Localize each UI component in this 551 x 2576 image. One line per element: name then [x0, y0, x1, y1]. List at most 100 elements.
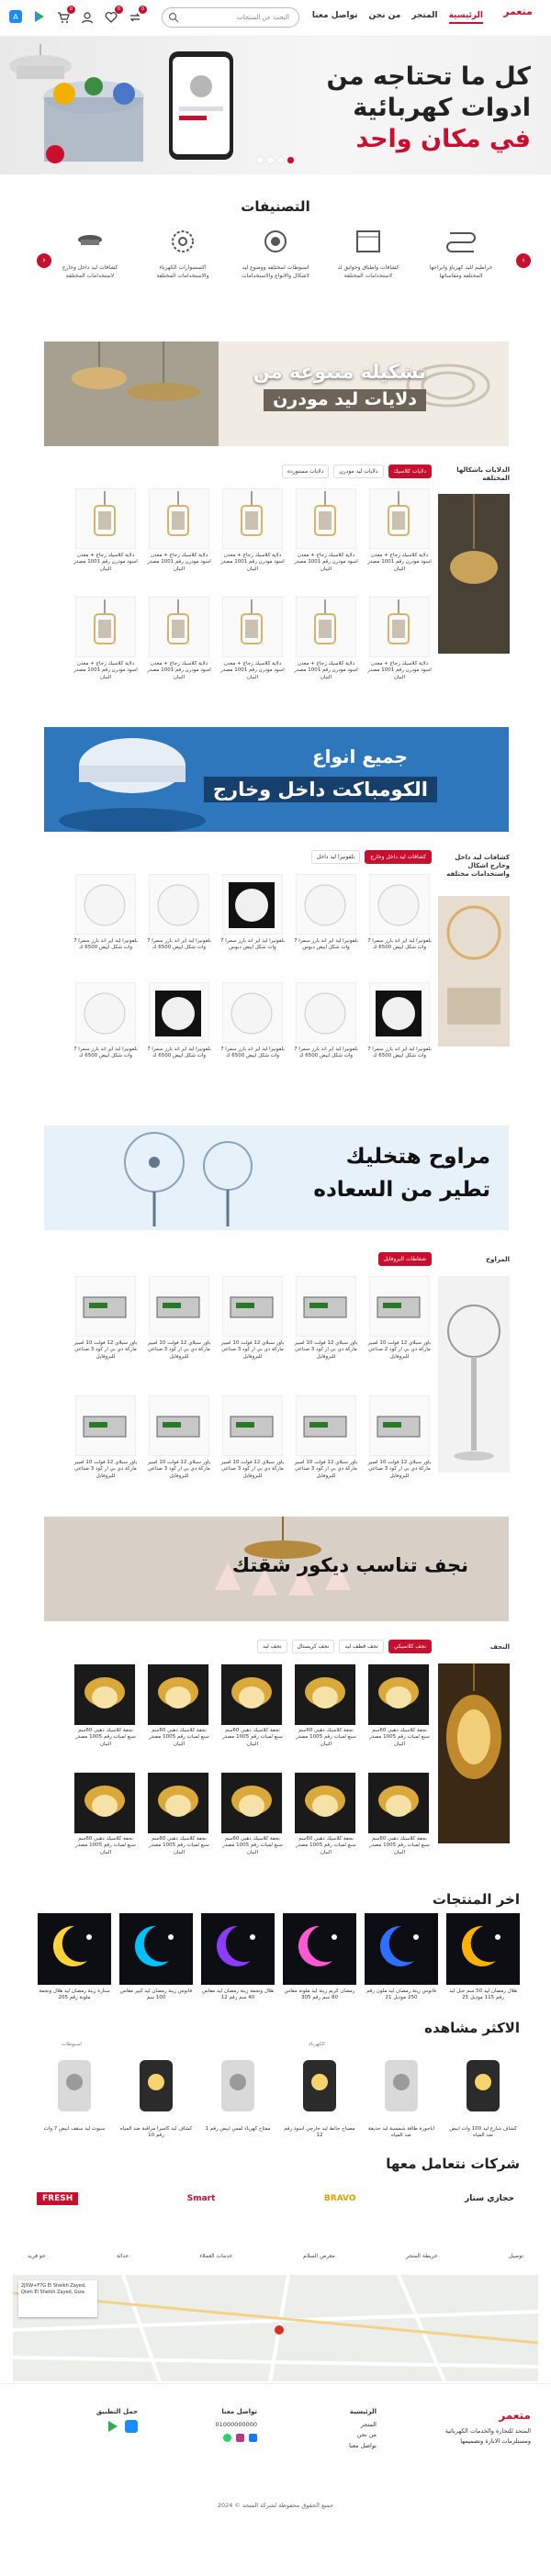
product-name[interactable]: دلاية كلاسيك زجاج + معدن اسود مودرن رقم … — [220, 553, 285, 586]
product-image[interactable] — [222, 874, 283, 935]
slide-dot[interactable] — [257, 157, 264, 163]
product-card[interactable]: بلفونيرا ليد اير اند بارز سمرا 7 وات شكل… — [220, 982, 285, 1091]
partner-logo[interactable]: حجازي ستار — [465, 2194, 514, 2203]
product-image[interactable] — [222, 1395, 283, 1456]
product-card[interactable]: باور سبلاي 12 فولت 10 امبير ماركة دي بي … — [220, 1276, 285, 1384]
product-card[interactable]: دلاية كلاسيك زجاج + معدن اسود مودرن رقم … — [294, 597, 358, 705]
product-name[interactable]: بلفونيرا ليد اير اند بارز سمرا 7 وات شكل… — [220, 938, 285, 971]
product-image[interactable] — [222, 488, 283, 549]
slide-dot[interactable] — [267, 157, 274, 163]
category-item[interactable]: كشافات ليد داخل وخارج لاستخدامات المختلف… — [51, 226, 129, 280]
product-name[interactable]: دلاية كلاسيك زجاج + معدن اسود مودرن رقم … — [294, 553, 358, 586]
product-name[interactable]: نجفة كلاسيك دهبي 60سم سبع لمبات رقم 1005… — [294, 1728, 358, 1761]
product-card[interactable]: بلفونيرا ليد اير اند بارز سمرا 7 وات شكل… — [367, 874, 432, 982]
product-name[interactable]: نجفة كلاسيك دهبي 60سم سبع لمبات رقم 1005… — [73, 1728, 138, 1761]
product-image[interactable] — [148, 1663, 209, 1725]
app-store-icon[interactable] — [125, 2419, 138, 2433]
branch-item[interactable]: معرض السلام — [303, 2253, 335, 2259]
footer-link[interactable]: تواصل معنا — [294, 2441, 377, 2452]
product-name[interactable]: باور سبلاي 12 فولت 10 امبير ماركة دي بي … — [294, 1340, 358, 1373]
product-card[interactable]: نجفة كلاسيك دهبي 60سم سبع لمبات رقم 1005… — [294, 1772, 358, 1880]
product-image[interactable] — [446, 2051, 520, 2122]
product-image[interactable] — [148, 1772, 209, 1833]
product-image[interactable] — [201, 1913, 275, 1985]
product-image[interactable] — [201, 2051, 275, 2122]
branch-item[interactable]: حداثة — [117, 2253, 129, 2259]
product-name[interactable]: دلاية كلاسيك زجاج + معدن اسود مودرن رقم … — [147, 661, 211, 694]
slide-dot-active[interactable] — [287, 157, 294, 163]
product-card[interactable]: باور سبلاي 12 فولت 10 امبير ماركة دي بي … — [220, 1395, 285, 1504]
product-name[interactable]: بلفونيرا ليد اير اند بارز سمرا 7 وات شكل… — [220, 1047, 285, 1080]
product-name[interactable]: بلفونيرا ليد اير اند بارز سمرا 7 وات شكل… — [147, 1047, 211, 1080]
product-card[interactable]: دلاية كلاسيك زجاج + معدن اسود مودرن رقم … — [73, 488, 138, 597]
tab[interactable]: نجف قطف ليد — [339, 1640, 384, 1653]
search-input[interactable]: البحث عن المنتجات — [162, 7, 299, 28]
product-image[interactable] — [283, 1913, 356, 1985]
most-viewed-card[interactable]: اسبوطات سبوت ليد سقف ابيض 7 وات — [38, 2042, 111, 2152]
product-name[interactable]: دلاية كلاسيك زجاج + معدن اسود مودرن رقم … — [73, 553, 138, 586]
product-name[interactable]: دلاية كلاسيك زجاج + معدن اسود مودرن رقم … — [147, 553, 211, 586]
product-image[interactable] — [149, 874, 209, 935]
product-name[interactable]: باور سبلاي 12 فولت 10 امبير ماركة دي بي … — [367, 1340, 432, 1373]
product-image[interactable] — [296, 874, 356, 935]
store-map[interactable]: 2JXW+F7G El Sheikh Zayed, Qism El Sheikh… — [13, 2275, 538, 2381]
tab[interactable]: نجف كريستال — [291, 1640, 335, 1653]
product-card[interactable]: دلاية كلاسيك زجاج + معدن اسود مودرن رقم … — [367, 597, 432, 705]
product-card[interactable]: دلاية كلاسيك زجاج + معدن اسود مودرن رقم … — [220, 597, 285, 705]
category-item[interactable]: اكسسوارات الكهرباء والاستخدامات المختلفة — [143, 226, 222, 280]
compare-icon[interactable]: 0 — [129, 6, 147, 23]
tab[interactable]: شفاطات البروفايل — [377, 1252, 432, 1266]
product-image[interactable] — [296, 597, 356, 657]
product-card[interactable]: بلفونيرا ليد اير اند بارز سمرا 7 وات شكل… — [220, 874, 285, 982]
latest-product-card[interactable]: هلال ونجمة زينة رمضان ليد مقاس 40 سم رقم… — [201, 1913, 275, 2014]
product-name[interactable]: نجفة كلاسيك دهبي 60سم سبع لمبات رقم 1005… — [220, 1836, 285, 1869]
product-card[interactable]: باور سبلاي 12 فولت 10 امبير ماركة دي بي … — [73, 1276, 138, 1384]
product-image[interactable] — [296, 982, 356, 1043]
partner-logo[interactable]: Smart — [187, 2194, 216, 2203]
product-card[interactable]: باور سبلاي 12 فولت 10 امبير ماركة دي بي … — [147, 1395, 211, 1504]
product-image[interactable] — [283, 2051, 356, 2122]
product-name[interactable]: دلاية كلاسيك زجاج + معدن اسود مودرن رقم … — [73, 661, 138, 694]
product-card[interactable]: نجفة كلاسيك دهبي 60سم سبع لمبات رقم 1005… — [220, 1772, 285, 1880]
product-image[interactable] — [368, 1663, 430, 1725]
product-image[interactable] — [296, 1395, 356, 1456]
banner-fans[interactable]: مراوح هتخليك تطير من السعاده — [44, 1126, 509, 1230]
cart-icon[interactable]: 0 — [57, 6, 75, 23]
prev-arrow-icon[interactable]: ‹ — [37, 253, 51, 268]
side-banner-image[interactable] — [438, 896, 510, 1047]
product-image[interactable] — [365, 1913, 438, 1985]
category-item[interactable]: اسبوطات لمختلفه ووضوع ليد لاشكال والانوا… — [236, 226, 315, 280]
category-item[interactable]: كشافات واطباق وحوايق لد لاستخدامات المخت… — [329, 226, 408, 280]
product-name[interactable]: باور سبلاي 12 فولت 10 امبير ماركة دي بي … — [220, 1340, 285, 1373]
user-icon[interactable] — [81, 10, 94, 24]
product-image[interactable] — [75, 874, 136, 935]
product-name[interactable]: دلاية كلاسيك زجاج + معدن اسود مودرن رقم … — [367, 553, 432, 586]
product-card[interactable]: دلاية كلاسيك زجاج + معدن اسود مودرن رقم … — [73, 597, 138, 705]
product-card[interactable]: دلاية كلاسيك زجاج + معدن اسود مودرن رقم … — [147, 597, 211, 705]
product-card[interactable]: باور سبلاي 12 فولت 10 امبير ماركة دي بي … — [147, 1276, 211, 1384]
product-name[interactable]: نجفة كلاسيك دهبي 60سم سبع لمبات رقم 1005… — [73, 1836, 138, 1869]
product-name[interactable]: ستارة زينة رمضان ليد هلال ونجمة ملونة رق… — [38, 1988, 111, 2014]
category-item[interactable]: خراطيم لليد كهرباؤ وابراجها المختلفه ومق… — [422, 226, 500, 280]
product-card[interactable]: بلفونيرا ليد اير اند بارز سمرا 7 وات شكل… — [294, 982, 358, 1091]
product-card[interactable]: نجفة كلاسيك دهبي 60سم سبع لمبات رقم 1005… — [294, 1663, 358, 1772]
product-card[interactable]: دلاية كلاسيك زجاج + معدن اسود مودرن رقم … — [220, 488, 285, 597]
most-viewed-card[interactable]: اباجورة طاقة شمسية ليد حديقة ضد المياه — [365, 2042, 438, 2152]
facebook-icon[interactable] — [249, 2434, 257, 2443]
tab[interactable]: دلايات كلاسيك — [388, 465, 432, 478]
footer-logo[interactable]: متعمر — [430, 2406, 531, 2426]
product-card[interactable]: نجفة كلاسيك دهبي 60سم سبع لمبات رقم 1005… — [147, 1772, 211, 1880]
product-name[interactable]: بلفونيرا ليد اير اند بارز سمرا 7 وات شكل… — [294, 1047, 358, 1080]
product-image[interactable] — [221, 1772, 283, 1833]
tab[interactable]: دلايات ليد مودرن — [333, 465, 384, 478]
google-play-icon[interactable] — [33, 10, 46, 23]
product-name[interactable]: نجفة كلاسيك دهبي 60سم سبع لمبات رقم 1005… — [367, 1836, 432, 1869]
product-image[interactable] — [38, 2051, 111, 2122]
product-card[interactable]: دلاية كلاسيك زجاج + معدن اسود مودرن رقم … — [147, 488, 211, 597]
product-image[interactable] — [149, 1276, 209, 1337]
product-name[interactable]: بلفونيرا ليد اير اند بارز سمرا 7 وات شكل… — [73, 938, 138, 971]
product-image[interactable] — [222, 982, 283, 1043]
product-image[interactable] — [369, 597, 430, 657]
product-card[interactable]: دلاية كلاسيك زجاج + معدن اسود مودرن رقم … — [294, 488, 358, 597]
product-card[interactable]: نجفة كلاسيك دهبي 60سم سبع لمبات رقم 1005… — [220, 1663, 285, 1772]
